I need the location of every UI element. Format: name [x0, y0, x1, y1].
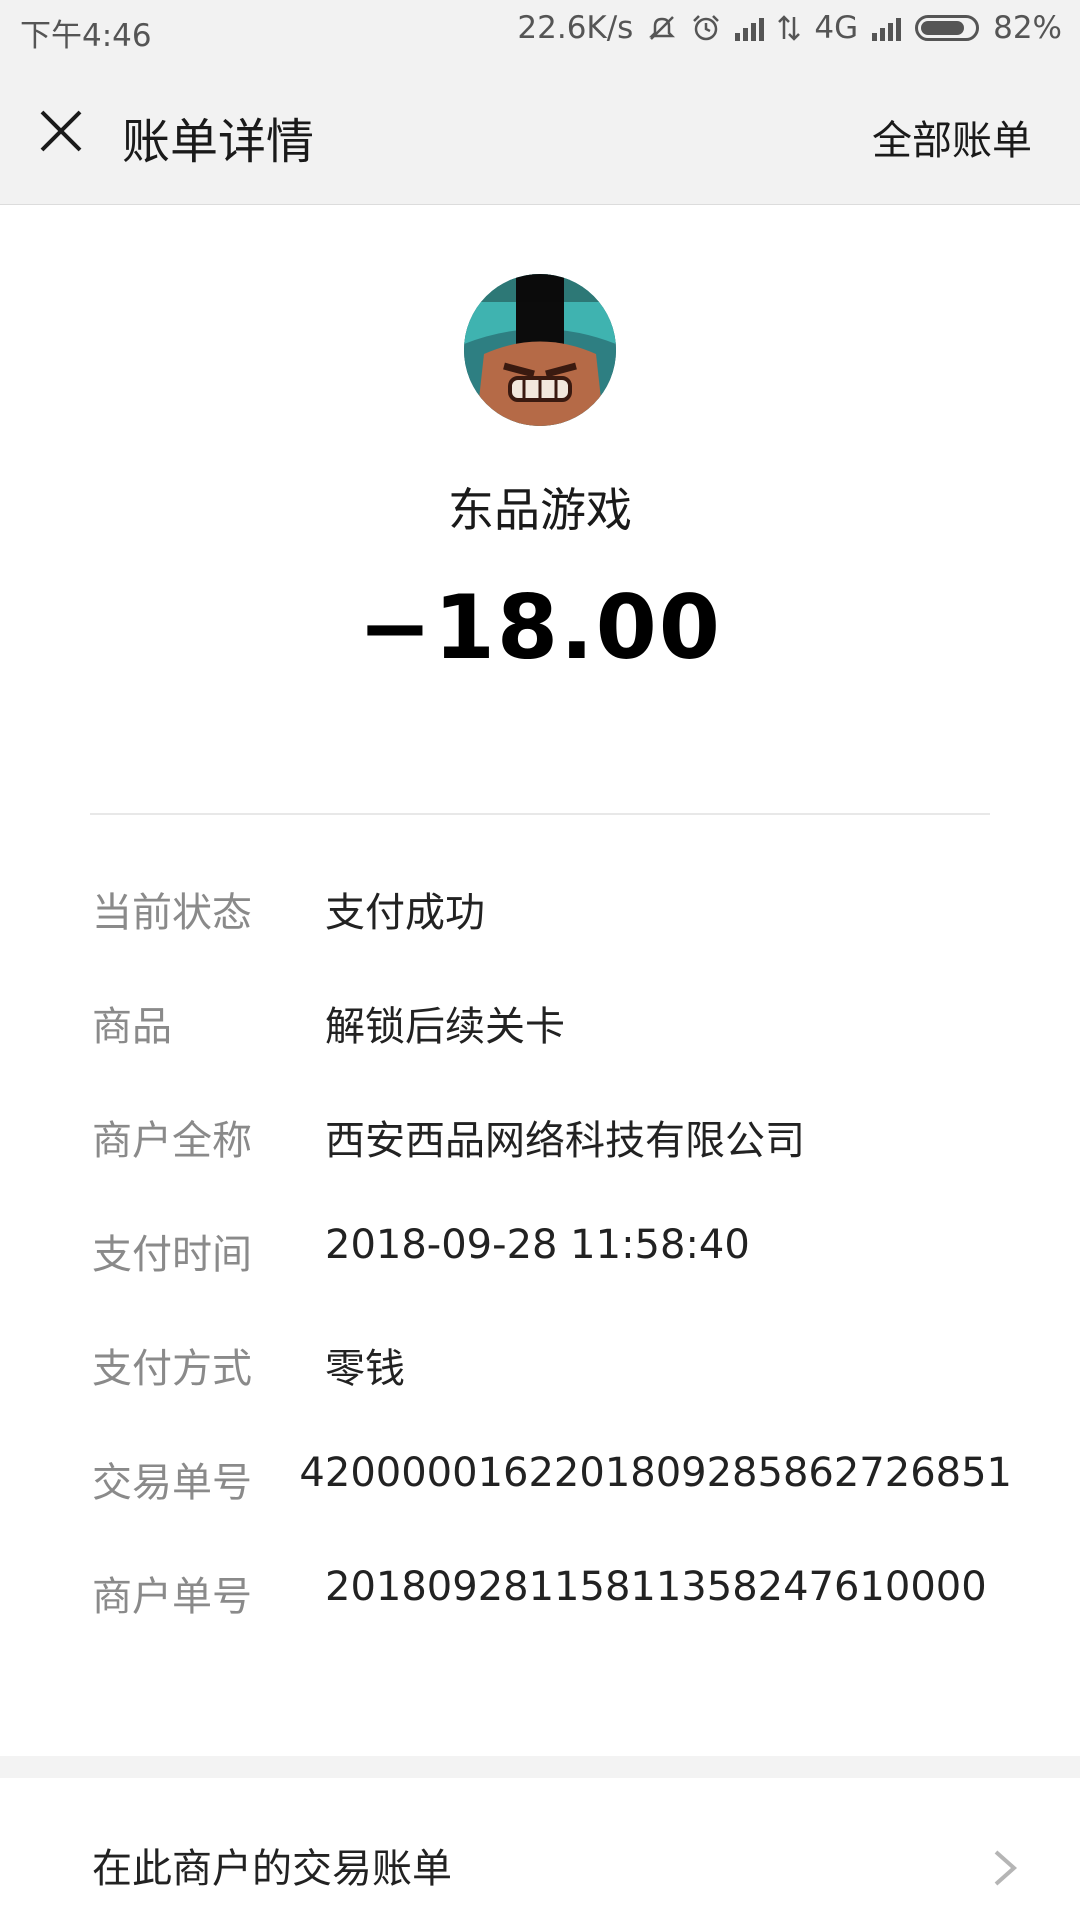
detail-value: 零钱 — [325, 1346, 405, 1392]
section-separator — [0, 1756, 1080, 1778]
merchant-avatar — [464, 274, 616, 426]
all-bills-link[interactable]: 全部账单 — [872, 108, 1032, 166]
detail-row-payment-time: 支付时间 2018-09-28 11:58:40 — [92, 1222, 1012, 1336]
detail-value: 解锁后续关卡 — [325, 1004, 565, 1050]
signal-strength-icon — [735, 15, 765, 41]
detail-row-transaction-id: 交易单号 4200000162201809285862726851 — [92, 1450, 1012, 1564]
detail-label: 商户全称 — [92, 1118, 252, 1164]
merchant-name: 东品游戏 — [448, 483, 632, 537]
detail-row-status: 当前状态 支付成功 — [92, 880, 1012, 994]
divider — [90, 813, 990, 815]
network-speed: 22.6K/s — [517, 10, 634, 46]
battery-icon — [915, 15, 980, 41]
payment-amount: −18.00 — [357, 576, 723, 679]
detail-row-merchant-fullname: 商户全称 西安西品网络科技有限公司 — [92, 1108, 1012, 1222]
chevron-right-icon — [994, 1850, 1018, 1886]
detail-label: 商户单号 — [92, 1574, 252, 1620]
page-title: 账单详情 — [122, 114, 315, 170]
battery-percent: 82% — [993, 10, 1062, 46]
detail-label: 支付时间 — [92, 1232, 252, 1278]
detail-label: 支付方式 — [92, 1346, 252, 1392]
detail-row-payment-method: 支付方式 零钱 — [92, 1336, 1012, 1450]
close-button[interactable] — [36, 106, 86, 156]
signal-strength-icon-2 — [872, 15, 902, 41]
detail-value: 2018-09-28 11:58:40 — [325, 1222, 750, 1268]
nav-bar: 账单详情 全部账单 — [0, 62, 1080, 205]
close-icon — [40, 110, 82, 152]
detail-label: 商品 — [92, 1004, 172, 1050]
detail-value: 支付成功 — [325, 890, 485, 936]
detail-value[interactable]: 20180928115811358247610000 — [325, 1564, 987, 1610]
detail-row-product: 商品 解锁后续关卡 — [92, 994, 1012, 1108]
merchant-bills-label: 在此商户的交易账单 — [92, 1846, 452, 1892]
network-type: 4G — [814, 10, 859, 46]
angry-helmet-face-icon — [464, 274, 616, 426]
bill-details: 当前状态 支付成功 商品 解锁后续关卡 商户全称 西安西品网络科技有限公司 支付… — [92, 880, 1012, 1678]
mute-bell-icon — [647, 13, 677, 43]
detail-label: 交易单号 — [92, 1460, 252, 1506]
status-time: 下午4:46 — [20, 18, 152, 54]
alarm-clock-icon — [691, 13, 721, 43]
merchant-bills-link[interactable]: 在此商户的交易账单 — [0, 1778, 1080, 1920]
status-bar: 下午4:46 22.6K/s 4G 82% — [0, 0, 1080, 62]
status-icons: 22.6K/s 4G 82% — [517, 10, 1062, 46]
detail-row-merchant-order-id: 商户单号 20180928115811358247610000 — [92, 1564, 1012, 1678]
detail-label: 当前状态 — [92, 890, 252, 936]
detail-value: 西安西品网络科技有限公司 — [325, 1118, 805, 1164]
detail-value[interactable]: 4200000162201809285862726851 — [299, 1450, 1012, 1496]
data-transfer-icon — [778, 13, 801, 43]
